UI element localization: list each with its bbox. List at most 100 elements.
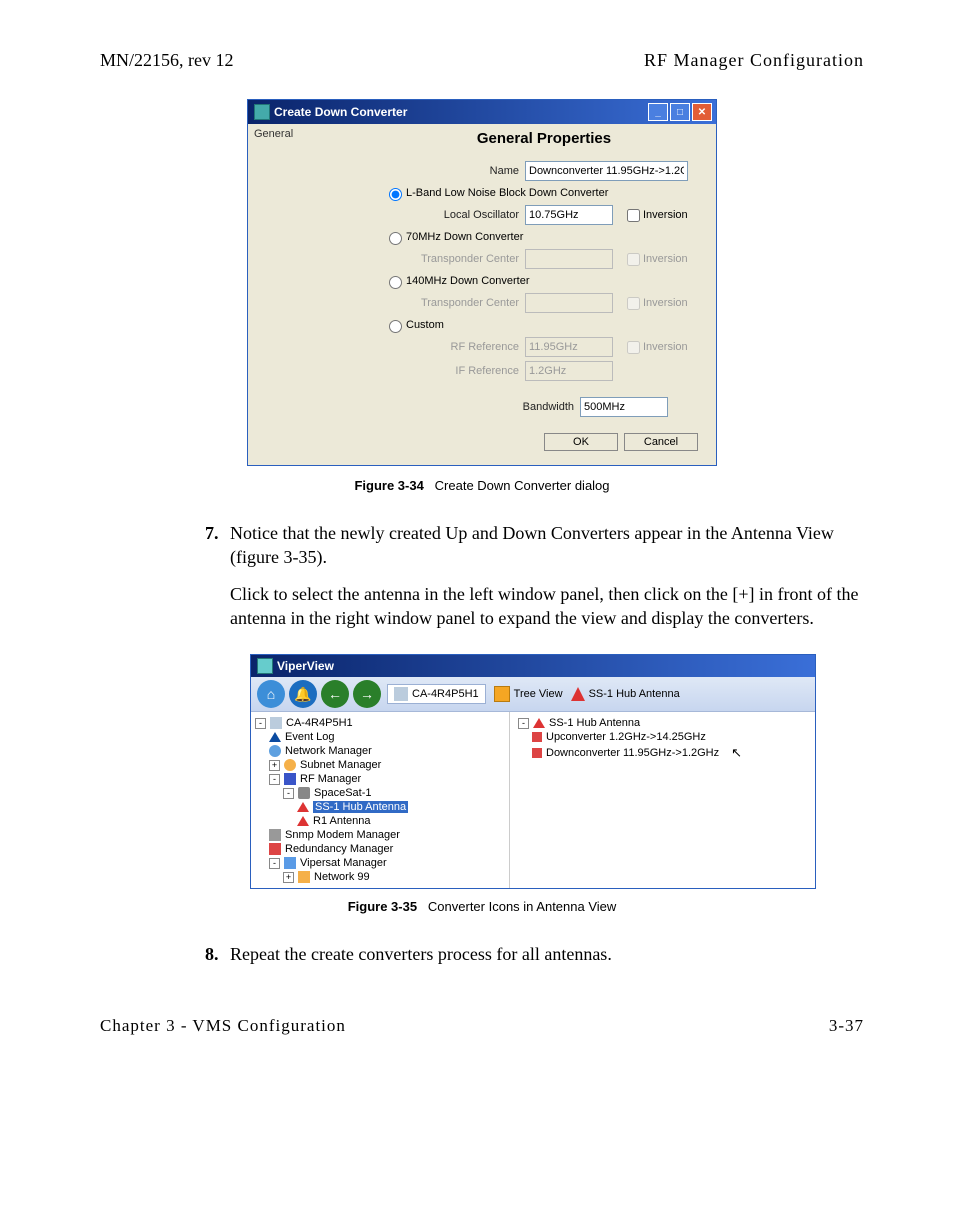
seventy-mhz-radio[interactable] xyxy=(389,232,402,245)
right-tree-pane: - SS-1 Hub Antenna Upconverter 1.2GHz->14… xyxy=(510,712,815,888)
onefourty-mhz-radio[interactable] xyxy=(389,276,402,289)
inversion-label: Inversion xyxy=(643,209,688,221)
seventy-mhz-label: 70MHz Down Converter xyxy=(406,231,523,243)
redundancy-manager-icon xyxy=(269,843,281,855)
name-input[interactable] xyxy=(525,161,688,181)
tree-r1-antenna[interactable]: R1 Antenna xyxy=(313,815,371,827)
downconverter-icon xyxy=(532,748,542,758)
tree-network-99[interactable]: Network 99 xyxy=(314,871,370,883)
step-7-subtext: Click to select the antenna in the left … xyxy=(230,582,864,631)
antenna-selector[interactable]: SS-1 Hub Antenna xyxy=(571,687,680,701)
event-log-icon xyxy=(269,732,281,742)
address-text: CA-4R4P5H1 xyxy=(412,688,479,700)
step-7-text: Notice that the newly created Up and Dow… xyxy=(230,523,834,567)
dialog-titlebar: Create Down Converter _ □ ✕ xyxy=(248,100,716,124)
viperview-icon xyxy=(257,658,273,674)
transponder-center-140-input xyxy=(525,293,613,313)
right-tree-downconverter[interactable]: Downconverter 11.95GHz->1.2GHz xyxy=(546,747,719,759)
inversion-label-140: Inversion xyxy=(643,297,688,309)
viperview-title: ViperView xyxy=(277,659,334,673)
rf-reference-input xyxy=(525,337,613,357)
custom-radio[interactable] xyxy=(389,320,402,333)
viperview-toolbar: ⌂ 🔔 ← → CA-4R4P5H1 Tree View SS-1 Hub An… xyxy=(251,677,815,712)
figure-label-2: Figure 3-35 xyxy=(348,899,417,914)
viperview-titlebar: ViperView xyxy=(251,655,815,677)
maximize-button[interactable]: □ xyxy=(670,103,690,121)
antenna-icon xyxy=(297,802,309,812)
tree-rf-manager[interactable]: RF Manager xyxy=(300,773,361,785)
cancel-button[interactable]: Cancel xyxy=(624,433,698,451)
inversion-checkbox-lband[interactable] xyxy=(627,209,640,222)
dialog-nav-pane: General xyxy=(248,124,380,465)
back-icon[interactable]: ← xyxy=(321,680,349,708)
figure-3-35-caption: Figure 3-35 Converter Icons in Antenna V… xyxy=(100,899,864,914)
snmp-manager-icon xyxy=(269,829,281,841)
properties-panel: General Properties Name L-Band Low Noise… xyxy=(380,124,716,465)
local-oscillator-input[interactable] xyxy=(525,205,613,225)
tree-event-log[interactable]: Event Log xyxy=(285,731,335,743)
lband-radio[interactable] xyxy=(389,188,402,201)
close-button[interactable]: ✕ xyxy=(692,103,712,121)
cursor-icon: ↖ xyxy=(731,745,742,761)
expand-subnet[interactable]: + xyxy=(269,760,280,771)
dialog-icon xyxy=(254,104,270,120)
footer-page: 3-37 xyxy=(829,1016,864,1036)
doc-id: MN/22156, rev 12 xyxy=(100,50,234,71)
tree-redundancy-manager[interactable]: Redundancy Manager xyxy=(285,843,393,855)
address-box[interactable]: CA-4R4P5H1 xyxy=(387,684,486,704)
antenna-icon xyxy=(571,687,585,701)
forward-icon[interactable]: → xyxy=(353,680,381,708)
tree-vipersat-manager[interactable]: Vipersat Manager xyxy=(300,857,387,869)
tree-root[interactable]: CA-4R4P5H1 xyxy=(286,717,353,729)
inversion-checkbox-70 xyxy=(627,253,640,266)
inversion-checkbox-140 xyxy=(627,297,640,310)
inversion-label-custom: Inversion xyxy=(643,341,688,353)
expand-spacesat[interactable]: - xyxy=(283,788,294,799)
ok-button[interactable]: OK xyxy=(544,433,618,451)
right-tree-antenna[interactable]: SS-1 Hub Antenna xyxy=(549,717,640,729)
dialog-title: Create Down Converter xyxy=(274,105,407,119)
home-icon[interactable]: ⌂ xyxy=(257,680,285,708)
tree-spacesat[interactable]: SpaceSat-1 xyxy=(314,787,371,799)
expand-root[interactable]: - xyxy=(255,718,266,729)
network-icon xyxy=(298,871,310,883)
local-oscillator-label: Local Oscillator xyxy=(384,209,525,221)
expand-vipersat[interactable]: - xyxy=(269,858,280,869)
panel-title: General Properties xyxy=(384,130,704,147)
expand-rf[interactable]: - xyxy=(269,774,280,785)
step-8-number: 8. xyxy=(205,942,230,966)
tree-view-label: Tree View xyxy=(514,688,563,700)
tree-view-button[interactable]: Tree View xyxy=(494,686,563,702)
rf-manager-icon xyxy=(284,773,296,785)
step-8-text: Repeat the create converters process for… xyxy=(230,944,612,964)
upconverter-icon xyxy=(532,732,542,742)
figure-text-2: Converter Icons in Antenna View xyxy=(428,899,616,914)
custom-label: Custom xyxy=(406,319,444,331)
subnet-manager-icon xyxy=(284,759,296,771)
expand-net99[interactable]: + xyxy=(283,872,294,883)
tree-snmp-manager[interactable]: Snmp Modem Manager xyxy=(285,829,400,841)
nav-item-general[interactable]: General xyxy=(254,128,374,140)
tree-subnet-manager[interactable]: Subnet Manager xyxy=(300,759,381,771)
transponder-center-70-input xyxy=(525,249,613,269)
alarm-icon[interactable]: 🔔 xyxy=(289,680,317,708)
step-7-number: 7. xyxy=(205,521,230,545)
inversion-checkbox-custom xyxy=(627,341,640,354)
tree-network-manager[interactable]: Network Manager xyxy=(285,745,372,757)
if-reference-input xyxy=(525,361,613,381)
network-manager-icon xyxy=(269,745,281,757)
server-icon xyxy=(394,687,408,701)
figure-label: Figure 3-34 xyxy=(354,478,423,493)
figure-text: Create Down Converter dialog xyxy=(435,478,610,493)
server-icon xyxy=(270,717,282,729)
bandwidth-input[interactable] xyxy=(580,397,668,417)
right-tree-upconverter[interactable]: Upconverter 1.2GHz->14.25GHz xyxy=(546,731,706,743)
name-label: Name xyxy=(384,165,525,177)
minimize-button[interactable]: _ xyxy=(648,103,668,121)
doc-section-title: RF Manager Configuration xyxy=(644,50,864,71)
satellite-icon xyxy=(298,787,310,799)
expand-antenna[interactable]: - xyxy=(518,718,529,729)
vipersat-manager-icon xyxy=(284,857,296,869)
transponder-center-70-label: Transponder Center xyxy=(384,253,525,265)
tree-ss1-antenna[interactable]: SS-1 Hub Antenna xyxy=(313,801,408,813)
